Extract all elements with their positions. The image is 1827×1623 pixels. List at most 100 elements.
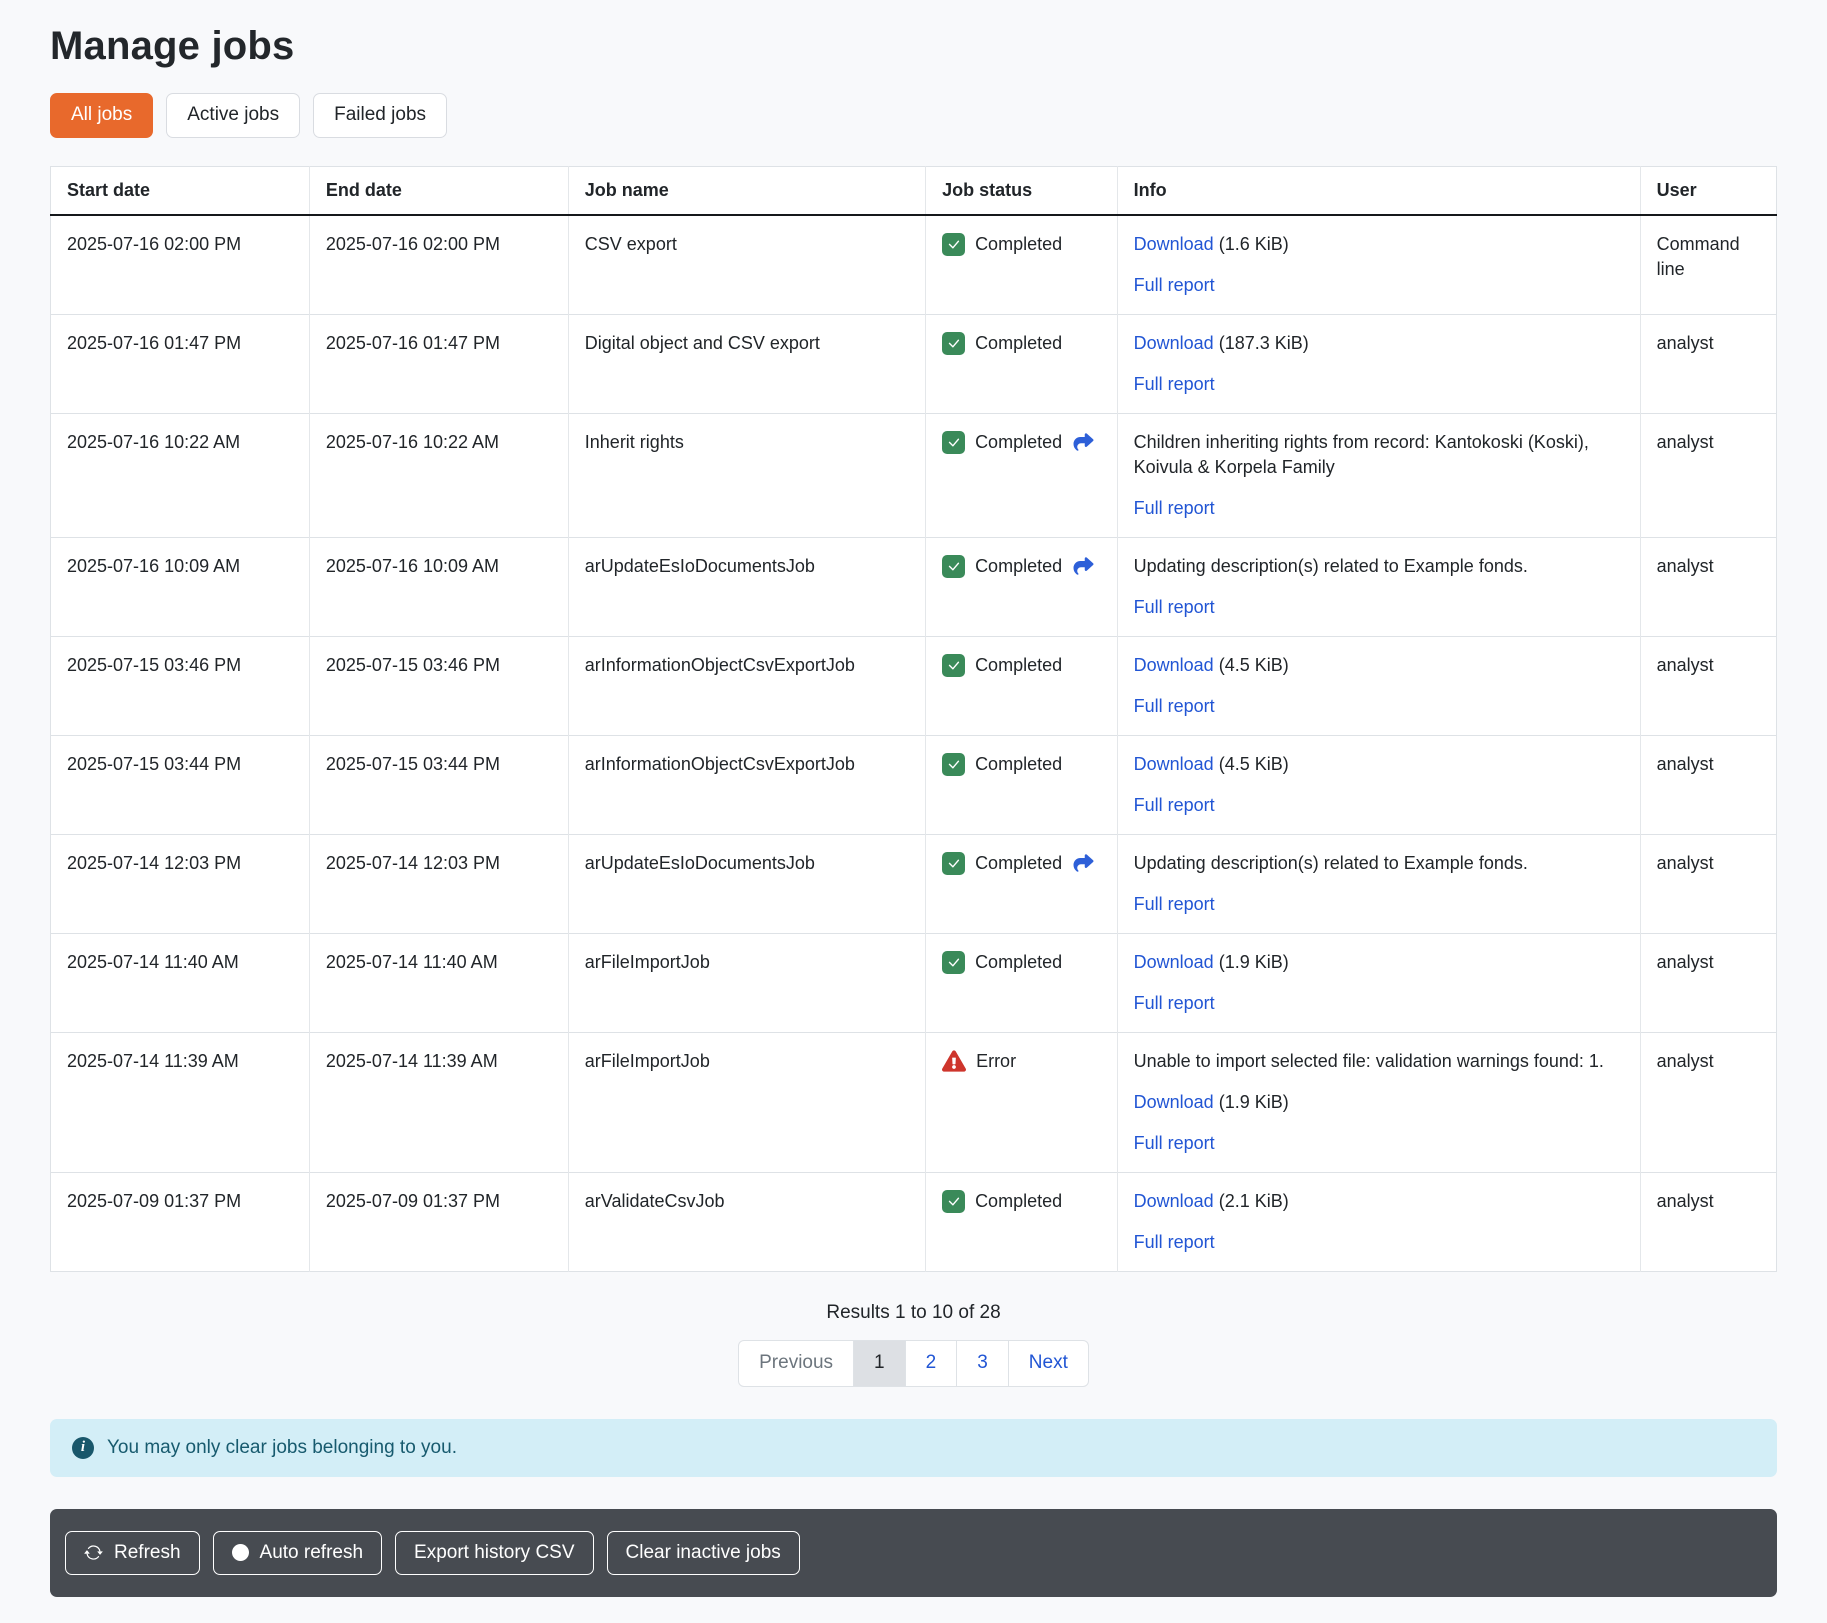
job-status-cell: Completed [926,1172,1118,1271]
download-link[interactable]: Download [1134,952,1214,972]
user-cell: analyst [1640,1172,1776,1271]
download-size: (1.9 KiB) [1214,952,1289,972]
full-report-link[interactable]: Full report [1134,894,1215,914]
auto-refresh-dot-icon [232,1544,249,1561]
jobs-table: Start dateEnd dateJob nameJob statusInfo… [50,166,1777,1272]
full-report-link[interactable]: Full report [1134,597,1215,617]
info-cell: Download (187.3 KiB) Full report [1117,314,1640,413]
start-date-cell: 2025-07-16 10:22 AM [51,413,310,537]
status-label: Completed [975,232,1062,257]
job-name-cell: Digital object and CSV export [568,314,925,413]
start-date-cell: 2025-07-16 01:47 PM [51,314,310,413]
status-label: Completed [975,1189,1062,1214]
table-row: 2025-07-16 10:22 AM2025-07-16 10:22 AMIn… [51,413,1777,537]
job-status: Completed [942,331,1101,356]
column-header-info: Info [1117,166,1640,215]
download-link[interactable]: Download [1134,234,1214,254]
job-name-cell: Inherit rights [568,413,925,537]
download-link[interactable]: Download [1134,333,1214,353]
table-row: 2025-07-15 03:44 PM2025-07-15 03:44 PMar… [51,735,1777,834]
pagination-next[interactable]: Next [1008,1340,1089,1387]
pagination-1[interactable]: 1 [853,1340,906,1387]
end-date-cell: 2025-07-09 01:37 PM [309,1172,568,1271]
pagination-3[interactable]: 3 [956,1340,1009,1387]
refresh-button[interactable]: Refresh [65,1531,200,1576]
status-label: Completed [975,851,1062,876]
error-icon [942,1050,966,1072]
page-title: Manage jobs [50,24,1777,69]
full-report-link[interactable]: Full report [1134,1232,1215,1252]
share-arrow-icon[interactable] [1072,432,1095,452]
actions-bar: Refresh Auto refresh Export history CSV … [50,1509,1777,1598]
job-status-cell: Completed [926,735,1118,834]
download-size: (2.1 KiB) [1214,1191,1289,1211]
table-row: 2025-07-09 01:37 PM2025-07-09 01:37 PMar… [51,1172,1777,1271]
end-date-cell: 2025-07-16 10:09 AM [309,537,568,636]
pagination-previous: Previous [738,1340,854,1387]
user-cell: analyst [1640,636,1776,735]
full-report-link[interactable]: Full report [1134,795,1215,815]
full-report-link[interactable]: Full report [1134,993,1215,1013]
info-message: Unable to import selected file: validati… [1134,1049,1624,1074]
job-name-cell: arUpdateEsIoDocumentsJob [568,834,925,933]
info-message: Updating description(s) related to Examp… [1134,554,1624,579]
info-cell: Download (2.1 KiB) Full report [1117,1172,1640,1271]
job-status: Completed [942,950,1101,975]
job-name-cell: arFileImportJob [568,1032,925,1172]
job-status: Completed [942,554,1101,579]
filter-failed-jobs[interactable]: Failed jobs [313,93,447,138]
completed-icon [942,233,965,256]
job-name-cell: arFileImportJob [568,933,925,1032]
results-summary: Results 1 to 10 of 28 [50,1302,1777,1324]
clear-inactive-jobs-button[interactable]: Clear inactive jobs [607,1531,800,1576]
download-link[interactable]: Download [1134,754,1214,774]
user-cell: analyst [1640,413,1776,537]
end-date-cell: 2025-07-16 01:47 PM [309,314,568,413]
end-date-cell: 2025-07-15 03:46 PM [309,636,568,735]
download-link[interactable]: Download [1134,1191,1214,1211]
job-status: Completed [942,653,1101,678]
full-report-link[interactable]: Full report [1134,498,1215,518]
download-size: (187.3 KiB) [1214,333,1309,353]
pagination-2[interactable]: 2 [905,1340,958,1387]
auto-refresh-button[interactable]: Auto refresh [213,1531,383,1576]
column-header-job-name: Job name [568,166,925,215]
completed-icon [942,951,965,974]
full-report-link[interactable]: Full report [1134,275,1215,295]
user-cell: analyst [1640,314,1776,413]
export-history-csv-button[interactable]: Export history CSV [395,1531,594,1576]
user-cell: analyst [1640,834,1776,933]
end-date-cell: 2025-07-14 12:03 PM [309,834,568,933]
full-report-link[interactable]: Full report [1134,1133,1215,1153]
download-line: Download (1.9 KiB) [1134,950,1624,975]
completed-icon [942,1190,965,1213]
status-label: Error [976,1049,1016,1074]
download-link[interactable]: Download [1134,655,1214,675]
status-label: Completed [975,653,1062,678]
job-name-cell: arInformationObjectCsvExportJob [568,636,925,735]
filter-active-jobs[interactable]: Active jobs [166,93,300,138]
start-date-cell: 2025-07-09 01:37 PM [51,1172,310,1271]
full-report-link[interactable]: Full report [1134,696,1215,716]
start-date-cell: 2025-07-16 10:09 AM [51,537,310,636]
info-cell: Children inheriting rights from record: … [1117,413,1640,537]
share-arrow-icon[interactable] [1072,853,1095,873]
download-line: Download (4.5 KiB) [1134,653,1624,678]
download-line: Download (1.9 KiB) [1134,1090,1624,1115]
job-status-cell: Completed [926,834,1118,933]
full-report-link[interactable]: Full report [1134,374,1215,394]
status-label: Completed [975,430,1062,455]
status-label: Completed [975,331,1062,356]
job-status-cell: Completed [926,537,1118,636]
download-link[interactable]: Download [1134,1092,1214,1112]
notice-bar: i You may only clear jobs belonging to y… [50,1419,1777,1477]
filter-all-jobs[interactable]: All jobs [50,93,153,138]
job-status-cell: Completed [926,314,1118,413]
job-name-cell: CSV export [568,215,925,315]
job-status-cell: Completed [926,636,1118,735]
column-header-start-date: Start date [51,166,310,215]
column-header-end-date: End date [309,166,568,215]
notice-text: You may only clear jobs belonging to you… [107,1437,457,1459]
share-arrow-icon[interactable] [1072,556,1095,576]
info-cell: Unable to import selected file: validati… [1117,1032,1640,1172]
